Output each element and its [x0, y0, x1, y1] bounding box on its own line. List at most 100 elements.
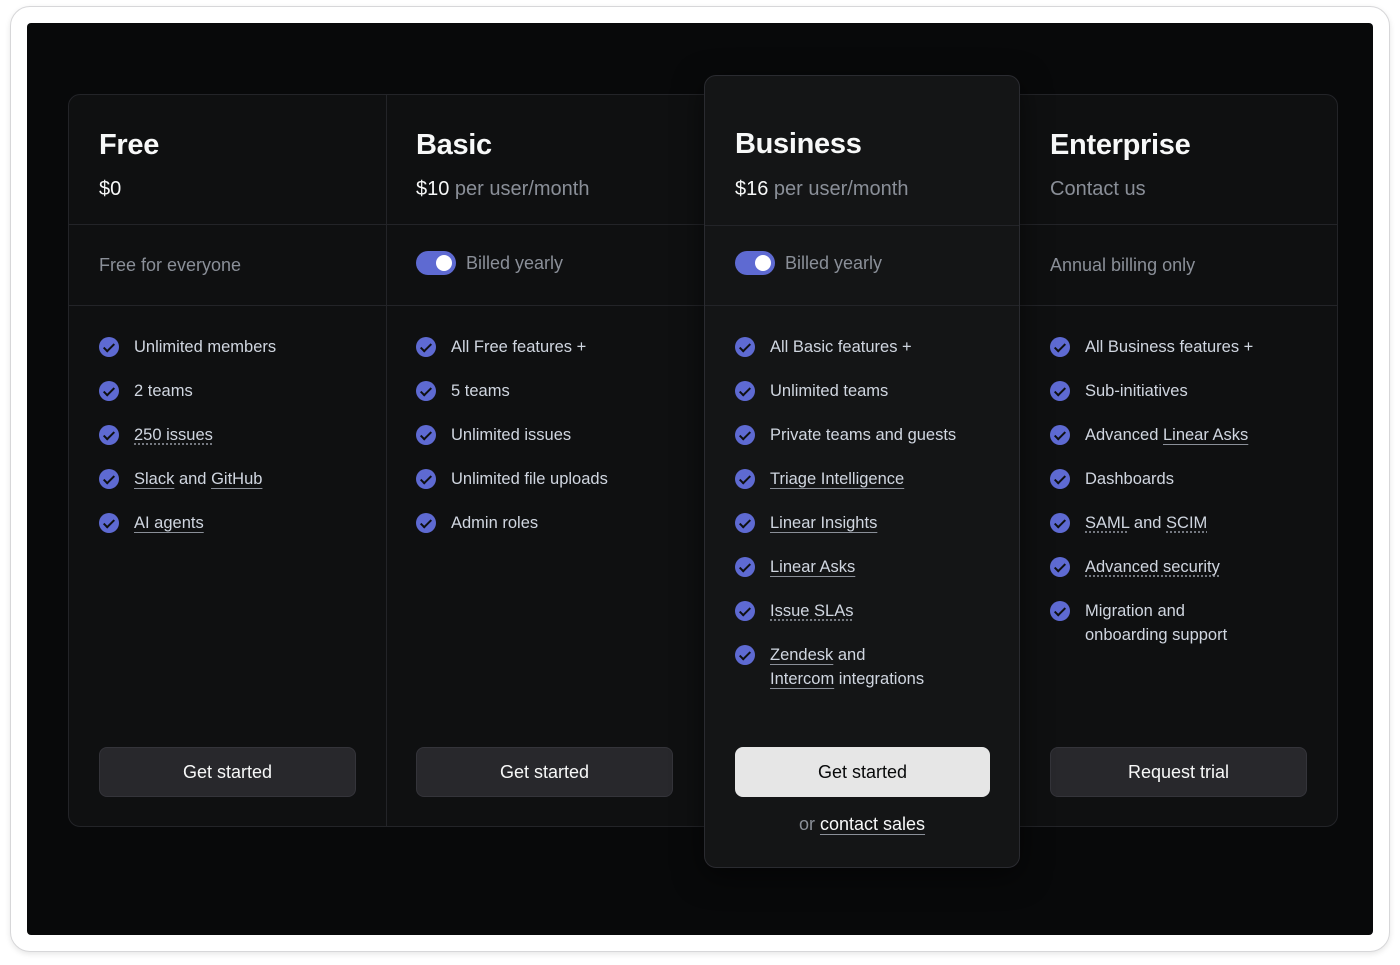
- feature-item: 2 teams: [99, 379, 369, 403]
- feature-link[interactable]: GitHub: [211, 470, 262, 488]
- check-circle-icon: [1050, 469, 1070, 489]
- plan-name: Enterprise: [1050, 129, 1191, 161]
- check-circle-icon: [1050, 601, 1070, 621]
- tooltip-term[interactable]: SCIM: [1166, 514, 1207, 532]
- billing-toggle[interactable]: [416, 251, 456, 275]
- feature-item: Slack and GitHub: [99, 467, 369, 491]
- feature-item: Dashboards: [1050, 467, 1320, 491]
- feature-item: Advanced Linear Asks: [1050, 423, 1320, 447]
- plan-business: Business $16 per user/month Billed yearl…: [704, 75, 1020, 868]
- check-circle-icon: [99, 337, 119, 357]
- check-circle-icon: [735, 645, 755, 665]
- tooltip-term[interactable]: Advanced security: [1085, 558, 1220, 576]
- request-trial-button[interactable]: Request trial: [1050, 747, 1307, 797]
- price-unit: per user/month: [449, 178, 590, 200]
- feature-link[interactable]: Zendesk: [770, 646, 833, 664]
- billing-toggle-row: Billed yearly: [735, 251, 882, 275]
- feature-item: SAML and SCIM: [1050, 511, 1320, 535]
- feature-item: Unlimited members: [99, 335, 369, 359]
- check-circle-icon: [1050, 425, 1070, 445]
- feature-item: Private teams and guests: [735, 423, 1005, 447]
- feature-item: Triage Intelligence: [735, 467, 1005, 491]
- feature-item: 250 issues: [99, 423, 369, 447]
- feature-list: Unlimited members 2 teams 250 issues Sla…: [99, 335, 369, 555]
- feature-item: Admin roles: [416, 511, 686, 535]
- feature-list: All Free features + 5 teams Unlimited is…: [416, 335, 686, 555]
- feature-list: All Basic features + Unlimited teams Pri…: [735, 335, 1005, 711]
- billing-note: Free for everyone: [99, 255, 242, 275]
- feature-item: All Business features +: [1050, 335, 1320, 359]
- feature-item: All Free features +: [416, 335, 686, 359]
- check-circle-icon: [735, 557, 755, 577]
- plan-basic: Basic $10 per user/month Billed yearly A…: [386, 95, 704, 826]
- check-circle-icon: [735, 425, 755, 445]
- tooltip-term[interactable]: Issue SLAs: [770, 602, 853, 620]
- get-started-button[interactable]: Get started: [735, 747, 990, 797]
- plan-price: $0: [99, 178, 121, 201]
- plan-price: Contact us: [1050, 178, 1146, 200]
- feature-item: AI agents: [99, 511, 369, 535]
- price-unit: per user/month: [768, 178, 909, 200]
- price-amount: $16: [735, 178, 769, 200]
- feature-item: Unlimited file uploads: [416, 467, 686, 491]
- check-circle-icon: [416, 513, 436, 533]
- divider: [705, 305, 1019, 306]
- billing-toggle[interactable]: [735, 251, 775, 275]
- feature-link[interactable]: Slack: [134, 470, 174, 488]
- plan-name: Business: [735, 128, 862, 160]
- feature-item: Zendesk and Intercom integrations: [735, 643, 1005, 691]
- feature-link[interactable]: Linear Asks: [1163, 426, 1248, 444]
- check-circle-icon: [416, 425, 436, 445]
- feature-link[interactable]: Intercom: [770, 670, 834, 688]
- check-circle-icon: [1050, 337, 1070, 357]
- price-amount: $0: [99, 178, 122, 200]
- plan-free: Free $0 Free for everyone Unlimited memb…: [69, 95, 386, 826]
- check-circle-icon: [99, 425, 119, 445]
- feature-item: Linear Insights: [735, 511, 1005, 535]
- feature-item: 5 teams: [416, 379, 686, 403]
- plan-enterprise: Enterprise Contact us Annual billing onl…: [1020, 95, 1338, 826]
- check-circle-icon: [735, 513, 755, 533]
- check-circle-icon: [735, 337, 755, 357]
- feature-item: Issue SLAs: [735, 599, 1005, 623]
- plan-name: Basic: [416, 129, 492, 161]
- feature-link[interactable]: Linear Asks: [770, 558, 855, 576]
- contact-sales-row: or contact sales: [798, 814, 926, 834]
- feature-list: All Business features + Sub-initiatives …: [1050, 335, 1320, 667]
- tooltip-term[interactable]: 250 issues: [134, 426, 213, 444]
- check-circle-icon: [1050, 381, 1070, 401]
- check-circle-icon: [416, 337, 436, 357]
- billing-toggle-row: Billed yearly: [416, 251, 563, 275]
- check-circle-icon: [416, 381, 436, 401]
- divider: [705, 225, 1019, 226]
- contact-sales-link[interactable]: contact sales: [820, 814, 925, 834]
- billing-note: Annual billing only: [1050, 255, 1196, 275]
- check-circle-icon: [99, 513, 119, 533]
- check-circle-icon: [99, 469, 119, 489]
- plan-name: Free: [99, 129, 160, 161]
- get-started-button[interactable]: Get started: [99, 747, 356, 797]
- feature-link[interactable]: AI agents: [134, 514, 204, 532]
- feature-link[interactable]: Linear Insights: [770, 514, 877, 532]
- check-circle-icon: [735, 601, 755, 621]
- tooltip-term[interactable]: SAML: [1085, 514, 1129, 532]
- billing-label: Billed yearly: [466, 252, 564, 273]
- plan-price: $16 per user/month: [735, 178, 908, 201]
- feature-item: Sub-initiatives: [1050, 379, 1320, 403]
- feature-item: Migration and onboarding support: [1050, 599, 1320, 647]
- check-circle-icon: [416, 469, 436, 489]
- check-circle-icon: [99, 381, 119, 401]
- feature-item: Unlimited teams: [735, 379, 1005, 403]
- get-started-button[interactable]: Get started: [416, 747, 673, 797]
- feature-item: Linear Asks: [735, 555, 1005, 579]
- feature-link[interactable]: Triage Intelligence: [770, 470, 904, 488]
- check-circle-icon: [735, 469, 755, 489]
- feature-item: All Basic features +: [735, 335, 1005, 359]
- check-circle-icon: [1050, 513, 1070, 533]
- check-circle-icon: [735, 381, 755, 401]
- feature-item: Advanced security: [1050, 555, 1320, 579]
- billing-label: Billed yearly: [785, 252, 883, 273]
- feature-item: Unlimited issues: [416, 423, 686, 447]
- plan-price: $10 per user/month: [416, 178, 589, 201]
- check-circle-icon: [1050, 557, 1070, 577]
